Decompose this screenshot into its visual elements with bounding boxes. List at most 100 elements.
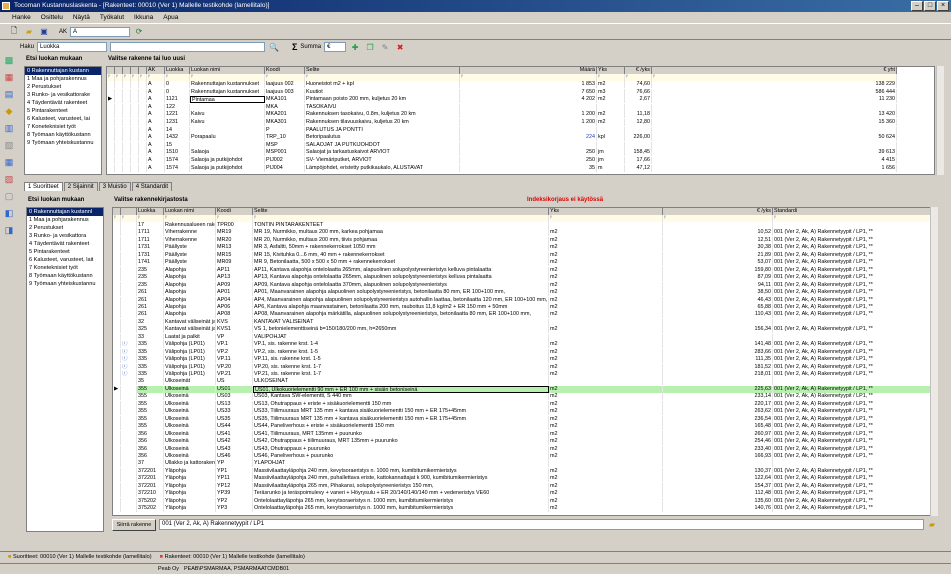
table-row[interactable]: 261 Alapohja AP01 AP01, Maanvarainen alapoh… xyxy=(113,289,937,297)
new-icon[interactable]: 🗋 xyxy=(8,26,20,38)
table-row[interactable]: 35 Ulkoseinät US ULKOSEINÄT xyxy=(113,378,937,386)
table-row[interactable]: 356 Ulkoseinä US43 US43, Ohutrappaus + puur… xyxy=(113,445,937,453)
menu-item[interactable]: Osittelu xyxy=(41,12,63,23)
index-icon[interactable]: ▨ xyxy=(3,174,15,185)
table-row[interactable]: 1741 Päällyste MR09 MR 9, Betonilaatta, 500… xyxy=(113,259,937,267)
table-row[interactable]: 235 Alapohja AP11 AP11, Kantava alapohja on… xyxy=(113,266,937,274)
table-row[interactable]: A 0 Rakennuttajan kustannukset laajuus 002 H… xyxy=(107,81,934,88)
menu-item[interactable]: Apua xyxy=(163,12,178,23)
table-row[interactable]: ▶ A 1121 Pintamaa MKA101 Pintamaan poisto 200… xyxy=(107,96,934,104)
table-row[interactable]: ▶ 355 Ulkoseinä US01 US01, Ulkokuorielementt… xyxy=(113,385,937,393)
table-row[interactable]: A 1221 Kaivu MKA201 Rakennuksen tasokaivu, 0… xyxy=(107,111,934,119)
lower-scrollbar[interactable] xyxy=(930,207,938,516)
tree-item[interactable]: 6 Kalusteet, varusteet, lait xyxy=(27,256,103,264)
table-row[interactable]: 325 Kantavat väliseinät ja KVS1 VS 1, beton… xyxy=(113,326,937,334)
tab[interactable]: 1 Suoritteet xyxy=(24,182,63,191)
ak-select[interactable]: A xyxy=(70,26,131,37)
resources-icon[interactable]: ▤ xyxy=(3,89,15,100)
table-row[interactable]: 375202 Yläpohja YP2 Ontelolaattayläpohja 26… xyxy=(113,497,937,505)
tree-item[interactable]: 3 Runko- ja vesikattora xyxy=(27,232,103,240)
table-row[interactable]: 375202 Yläpohja YP3 Ontelolaattayläpohja 26… xyxy=(113,505,937,513)
refresh-icon[interactable]: ⟳ xyxy=(133,26,145,38)
add-icon[interactable]: ✚ xyxy=(349,41,361,53)
table-row[interactable]: 32 Kantavat väliseinät ja KVS KANTAVAT VÄLI… xyxy=(113,318,937,326)
tree-item[interactable]: 1 Maa ja pohjarakennus xyxy=(27,216,103,224)
table-row[interactable]: ⓘ 335 Välipohja (LP01) VP.11 VP.11, sis. rak… xyxy=(113,356,937,364)
table-row[interactable]: 355 Ulkoseinä US33 US33, Tiilimuuraus MRT 1… xyxy=(113,408,937,416)
minimize-button[interactable]: – xyxy=(911,1,923,11)
search-icon[interactable]: 🔍 xyxy=(268,41,280,53)
table-row[interactable]: 1711 Viherrakenne MR20 MR 20, Nurmikko, mul… xyxy=(113,236,937,244)
table-row[interactable]: A 1510 Salaoja MSP001 Salaojat ja tarkastusk… xyxy=(107,149,934,157)
maximize-button[interactable]: □ xyxy=(924,1,936,11)
menu-item[interactable]: Näytä xyxy=(73,12,90,23)
tree-item[interactable]: 9 Työmaan yhteiskustannu xyxy=(27,280,103,288)
tree-item[interactable]: 6 Kalusteet, varusteet, lai xyxy=(25,115,101,123)
tree-item[interactable]: 5 Pintarakenteet xyxy=(27,248,103,256)
export-icon[interactable]: ◨ xyxy=(3,225,15,236)
tree-item[interactable]: 8 Työmaan käyttökustann xyxy=(25,131,101,139)
project-icon[interactable]: ▩ xyxy=(3,55,15,66)
tab[interactable]: 3 Muistio xyxy=(98,182,131,191)
menu-item[interactable]: Työkalut xyxy=(100,12,124,23)
table-row[interactable]: 356 Ulkoseinä US42 US42, Ohutrappaus + tiil… xyxy=(113,438,937,446)
structures-icon[interactable]: ▦ xyxy=(3,72,15,83)
reports-icon[interactable]: ▧ xyxy=(3,140,15,151)
table-row[interactable]: A 0 Rakennuttajan kustannukset laajuus 003 K… xyxy=(107,88,934,96)
tree-item[interactable]: 3 Runko- ja vesikattorake xyxy=(25,91,101,99)
table-row[interactable]: A 1231 Kaivu MKA301 Rakennuksen tilavuuskaiv… xyxy=(107,119,934,126)
tab[interactable]: 2 Sijainnit xyxy=(63,182,98,191)
table-row[interactable]: 372201 Yläpohja YP1 Massiivilaattayläpohja … xyxy=(113,467,937,475)
summa-select[interactable]: € xyxy=(324,42,347,52)
delete-icon[interactable]: ✖ xyxy=(394,41,406,53)
search-field-select[interactable]: Luokka xyxy=(37,42,108,52)
table-row[interactable]: 356 Ulkoseinä US41 US41, Tiilimuuraus, MRT … xyxy=(113,430,937,438)
edit-icon[interactable]: ✎ xyxy=(379,41,391,53)
close-button[interactable]: × xyxy=(937,1,949,11)
table-row[interactable]: 235 Alapohja AP13 AP13, Kantava alapohja on… xyxy=(113,274,937,282)
table-row[interactable]: 355 Ulkoseinä US13 US13, Ohutrappaus + eris… xyxy=(113,400,937,408)
table-row[interactable]: 261 Alapohja AP06 AP6, Kantava alapohja maa… xyxy=(113,303,937,311)
table-row[interactable]: A 15 MSP SALAOJAT JA PUTKIJOHDOT xyxy=(107,141,934,149)
folder-icon[interactable]: ▰ xyxy=(926,518,938,530)
table-row[interactable]: 1711 Viherrakenne MR19 MR 19, Nurmikko, mul… xyxy=(113,229,937,237)
table-row[interactable]: A 1574 Salaoja ja putkijohdot PIJ004 Lämpöjo… xyxy=(107,164,934,172)
table-row[interactable]: 33 Laatat ja palkit VP VÄLIPOHJAT xyxy=(113,333,937,341)
table-row[interactable]: 372201 Yläpohja YP12 Massiivilaattayläpohja… xyxy=(113,482,937,490)
tree-item[interactable]: 9 Työmaan yhteiskustannu xyxy=(25,139,101,147)
table-row[interactable]: 261 Alapohja AP08 AP08, Maanvarainen alapoh… xyxy=(113,311,937,319)
table-row[interactable]: 372210 Yläpohja YP39 Teräsrunko ja teräspoi… xyxy=(113,490,937,498)
tree-item[interactable]: 4 Täydentävät rakenteet xyxy=(25,99,101,107)
tree-item[interactable]: 2 Perustukset xyxy=(25,83,101,91)
tree-item[interactable]: 7 Koneteknisiet työt xyxy=(25,123,101,131)
search-input[interactable] xyxy=(110,42,266,52)
table-row[interactable]: 1731 Päällyste MR13 MR 3, Asfaltti, 50mm + … xyxy=(113,244,937,252)
tab[interactable]: 4 Standardit xyxy=(131,182,173,191)
taskbar-rakenteet[interactable]: ■ Rakenteet: 00010 (Ver 1) Mallelle test… xyxy=(160,552,305,562)
tree-item[interactable]: 1 Maa ja pohjarakennus xyxy=(25,75,101,83)
schedule-icon[interactable]: ▢ xyxy=(3,191,15,202)
copy-icon[interactable]: ❐ xyxy=(364,41,376,53)
upper-scrollbar[interactable] xyxy=(936,66,944,175)
table-row[interactable]: ⓘ 335 Välipohja (LP01) VP.20 VP.20, sis. rak… xyxy=(113,363,937,371)
tree-item[interactable]: 0 Rakennuttajan kustann xyxy=(25,67,101,75)
tree-item[interactable]: 5 Pintarakenteet xyxy=(25,107,101,115)
calendar-icon[interactable]: ▦ xyxy=(3,157,15,168)
table-row[interactable]: 355 Ulkoseinä US03 US03, Kantava SW-element… xyxy=(113,393,937,401)
table-row[interactable]: 37 Ullakko ja kattorakenn YP YLÄPOHJAT xyxy=(113,460,937,468)
table-row[interactable]: 355 Ulkoseinä US35 US35, Tiilimuuraus MRT 1… xyxy=(113,415,937,423)
table-row[interactable]: 17 Rakennusalueen rake TPR00 TONTIN PINTARA… xyxy=(113,222,937,229)
tree-item[interactable]: 7 Koneteknisiet työt xyxy=(27,264,103,272)
tree-item[interactable]: 0 Rakennuttajan kustannl xyxy=(27,208,103,216)
tree-item[interactable]: 8 Työmaan käyttökustann xyxy=(27,272,103,280)
menu-item[interactable]: Hanke xyxy=(12,12,31,23)
table-row[interactable]: ⓘ 335 Välipohja (LP01) VP.1 VP.1, sis. raken… xyxy=(113,341,937,349)
table-row[interactable]: 355 Ulkoseinä US44 US44, Paneliverhous + er… xyxy=(113,423,937,431)
table-row[interactable]: A 1574 Salaoja ja putkijohdot PIJ002 SV- Vie… xyxy=(107,157,934,164)
move-structure-button[interactable]: Siirrä rakenne xyxy=(112,519,156,531)
table-row[interactable]: 235 Alapohja AP09 AP09, Kantava alapohja on… xyxy=(113,281,937,289)
table-row[interactable]: A 14 P PAALUTUS JA PONTTI xyxy=(107,126,934,134)
table-row[interactable]: 261 Alapohja AP04 AP4, Maanvarainen alapohj… xyxy=(113,296,937,304)
table-row[interactable]: 372201 Yläpohja YP11 Massiivilaattayläpohja… xyxy=(113,475,937,483)
menu-item[interactable]: Ikkuna xyxy=(134,12,153,23)
